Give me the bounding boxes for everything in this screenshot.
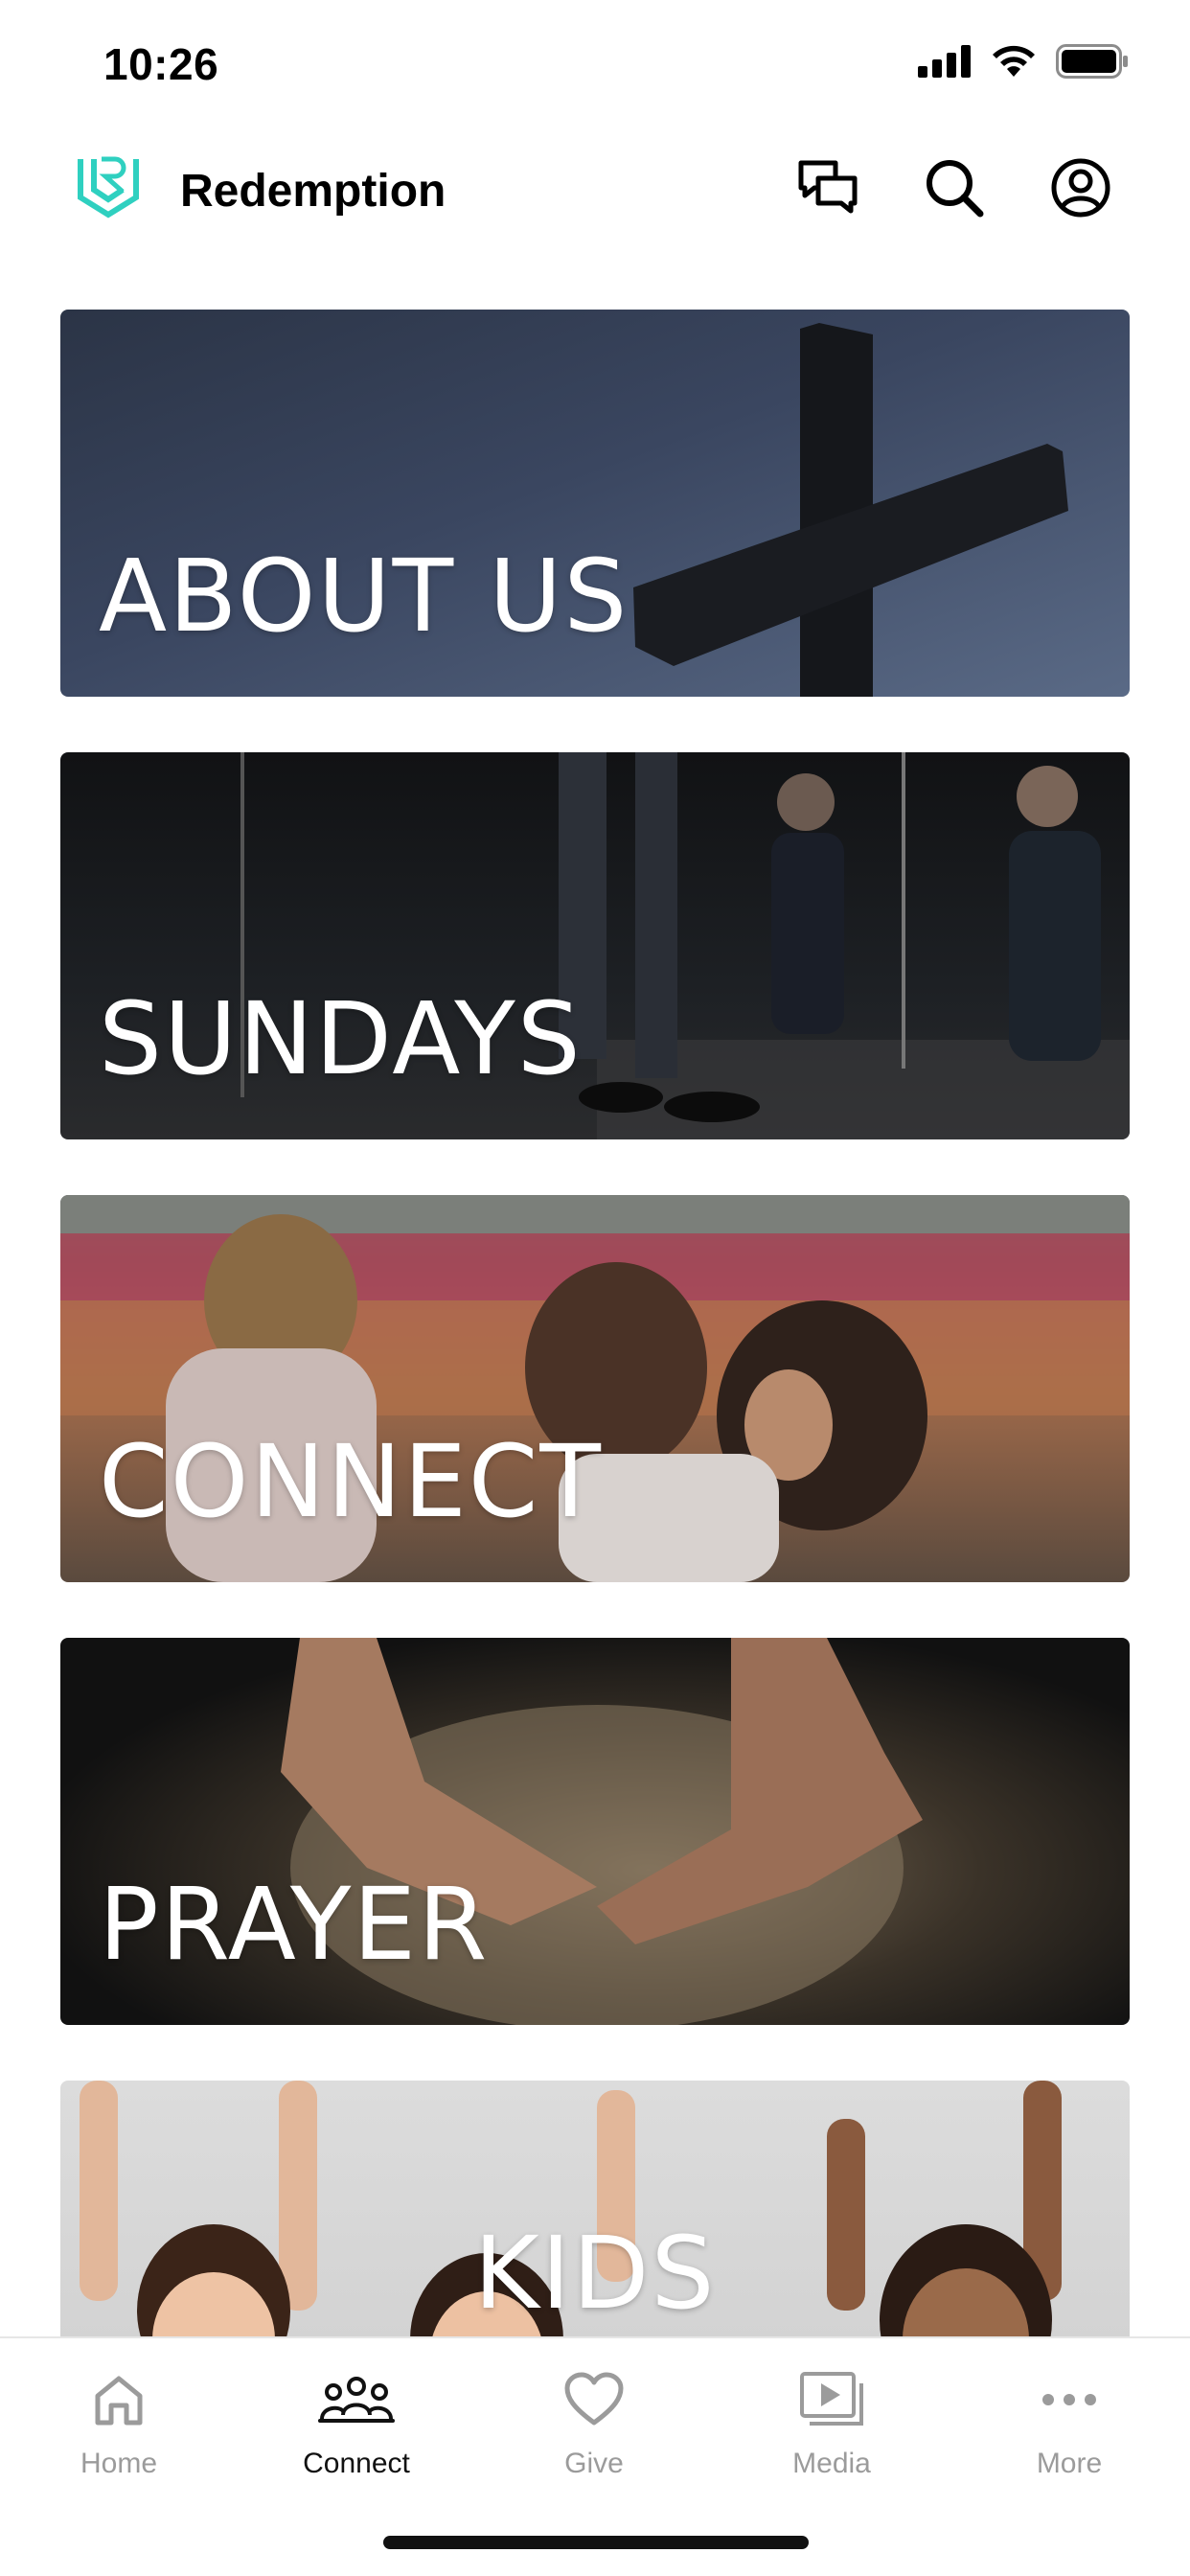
chat-icon (797, 159, 858, 221)
tab-label: More (1036, 2448, 1103, 2479)
app-header: Redemption (0, 144, 1190, 236)
chat-button[interactable] (791, 153, 864, 226)
status-time: 10:26 (103, 39, 219, 89)
people-icon (261, 2361, 452, 2438)
media-icon (736, 2361, 927, 2438)
tab-home[interactable]: Home (23, 2361, 215, 2480)
home-indicator[interactable] (383, 2536, 809, 2549)
tab-give[interactable]: Give (498, 2361, 690, 2480)
more-icon (973, 2361, 1165, 2438)
tab-more[interactable]: More (973, 2361, 1165, 2480)
tab-media[interactable]: Media (736, 2361, 927, 2480)
wifi-icon (991, 44, 1037, 83)
tab-label: Media (792, 2448, 871, 2479)
heart-icon (498, 2361, 690, 2438)
profile-icon (1050, 157, 1111, 223)
card-label: CONNECT (99, 1423, 603, 1540)
app-title: Redemption (180, 166, 446, 217)
signal-icon (918, 45, 972, 82)
tab-label: Home (80, 2448, 158, 2479)
search-button[interactable] (918, 153, 991, 226)
card-about-us[interactable]: ABOUT US (60, 310, 1130, 697)
card-prayer[interactable]: PRAYER (60, 1638, 1130, 2025)
redemption-logo[interactable] (77, 155, 140, 218)
tab-label: Connect (303, 2448, 410, 2479)
search-icon (924, 157, 985, 223)
tab-label: Give (564, 2448, 624, 2479)
card-connect[interactable]: CONNECT (60, 1195, 1130, 1582)
status-bar: 10:26 (0, 0, 1190, 126)
status-icons (918, 44, 1129, 83)
card-label: ABOUT US (99, 538, 629, 655)
tab-connect[interactable]: Connect (261, 2361, 452, 2480)
home-icon (23, 2361, 215, 2438)
profile-button[interactable] (1044, 153, 1117, 226)
battery-icon (1056, 44, 1129, 83)
card-label: SUNDAYS (99, 980, 583, 1097)
card-sundays[interactable]: SUNDAYS (60, 752, 1130, 1139)
card-label: PRAYER (99, 1866, 490, 1983)
